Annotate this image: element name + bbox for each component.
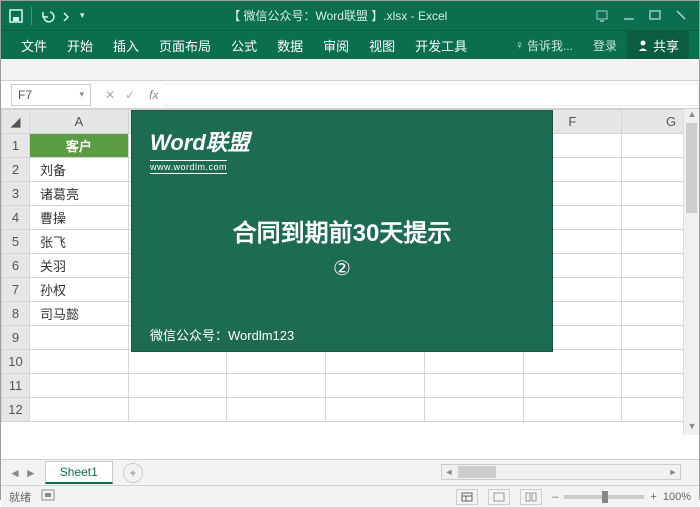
tell-me[interactable]: ♀告诉我... — [505, 31, 583, 59]
save-icon[interactable] — [9, 9, 23, 23]
cell[interactable]: 关羽 — [30, 254, 129, 278]
row-header[interactable]: 5 — [2, 230, 30, 254]
undo-icon[interactable] — [40, 9, 56, 23]
cancel-icon[interactable]: ✕ — [105, 88, 115, 102]
view-break-icon[interactable] — [520, 489, 542, 505]
overlay-brand: Word联盟 — [150, 125, 534, 157]
redo-icon[interactable] — [62, 9, 74, 23]
row-header[interactable]: 12 — [2, 398, 30, 422]
login-button[interactable]: 登录 — [583, 31, 627, 59]
maximize-icon[interactable] — [649, 9, 661, 23]
scroll-right-icon[interactable]: ► — [666, 467, 680, 477]
ribbon-body-collapsed — [1, 59, 699, 81]
cell[interactable]: 曹操 — [30, 206, 129, 230]
status-ready: 就绪 — [9, 489, 31, 505]
tab-home[interactable]: 开始 — [57, 31, 103, 59]
title-bar: ▾ 【 微信公众号：Word联盟 】.xlsx - Excel — [1, 1, 699, 31]
col-header[interactable]: A — [30, 110, 129, 134]
view-normal-icon[interactable] — [456, 489, 478, 505]
tab-layout[interactable]: 页面布局 — [149, 31, 221, 59]
fx-icon[interactable]: fx — [149, 88, 158, 102]
cell[interactable]: 张飞 — [30, 230, 129, 254]
tab-view[interactable]: 视图 — [359, 31, 405, 59]
cell[interactable]: 司马懿 — [30, 302, 129, 326]
enter-icon[interactable]: ✓ — [125, 88, 135, 102]
row-header[interactable]: 11 — [2, 374, 30, 398]
name-box[interactable]: F7▾ — [11, 84, 91, 106]
row-header[interactable]: 8 — [2, 302, 30, 326]
cell[interactable]: 孙权 — [30, 278, 129, 302]
tab-insert[interactable]: 插入 — [103, 31, 149, 59]
tab-formula[interactable]: 公式 — [221, 31, 267, 59]
scroll-down-icon[interactable]: ▼ — [684, 421, 700, 435]
tab-review[interactable]: 审阅 — [313, 31, 359, 59]
row-header[interactable]: 1 — [2, 134, 30, 158]
overlay-title: 合同到期前30天提示 — [150, 213, 534, 248]
tab-file[interactable]: 文件 — [11, 31, 57, 59]
sheet-tab[interactable]: Sheet1 — [45, 461, 113, 484]
zoom-level[interactable]: 100% — [663, 491, 691, 503]
spreadsheet-grid[interactable]: ◢ A B C D E F G 1客户 2刘备2 3诸葛亮2 4曹操2 5张飞2… — [1, 109, 699, 459]
close-icon[interactable] — [675, 9, 687, 23]
zoom-controls: – + 100% — [552, 491, 691, 503]
cell[interactable]: 诸葛亮 — [30, 182, 129, 206]
scroll-up-icon[interactable]: ▲ — [684, 109, 700, 123]
tab-data[interactable]: 数据 — [267, 31, 313, 59]
row-header[interactable]: 10 — [2, 350, 30, 374]
view-layout-icon[interactable] — [488, 489, 510, 505]
minimize-icon[interactable] — [623, 9, 635, 23]
zoom-slider[interactable] — [564, 495, 644, 499]
formula-input[interactable] — [164, 84, 699, 106]
horizontal-scrollbar[interactable]: ◄ ► — [441, 464, 681, 480]
select-all[interactable]: ◢ — [2, 110, 30, 134]
ribbon-options-icon[interactable] — [595, 9, 609, 23]
share-button[interactable]: 共享 — [627, 31, 689, 59]
row-header[interactable]: 7 — [2, 278, 30, 302]
user-icon — [637, 39, 649, 51]
row-header[interactable]: 3 — [2, 182, 30, 206]
sheet-next-icon[interactable]: ► — [25, 466, 37, 480]
qat-dropdown-icon[interactable]: ▾ — [80, 10, 85, 21]
overlay-footer: 微信公众号：Wordlm123 — [150, 325, 534, 344]
cell[interactable]: 刘备 — [30, 158, 129, 182]
status-bar: 就绪 – + 100% — [1, 485, 699, 507]
vertical-scrollbar[interactable]: ▲ ▼ — [683, 109, 699, 435]
window-controls — [583, 9, 699, 23]
overlay-brand-url: www.wordlm.com — [150, 160, 227, 174]
zoom-out-button[interactable]: – — [552, 491, 558, 503]
window-title: 【 微信公众号：Word联盟 】.xlsx - Excel — [93, 7, 583, 24]
macro-icon[interactable] — [41, 489, 55, 504]
sheet-prev-icon[interactable]: ◄ — [9, 466, 21, 480]
sheet-tab-bar: ◄ ► Sheet1 + ◄ ► — [1, 459, 699, 485]
zoom-in-button[interactable]: + — [650, 491, 656, 503]
row-header[interactable]: 4 — [2, 206, 30, 230]
row-header[interactable]: 9 — [2, 326, 30, 350]
scroll-thumb[interactable] — [686, 123, 697, 213]
tab-dev[interactable]: 开发工具 — [405, 31, 477, 59]
overlay-number: ② — [150, 256, 534, 281]
ribbon-tabs: 文件 开始 插入 页面布局 公式 数据 审阅 视图 开发工具 ♀告诉我... 登… — [1, 31, 699, 59]
cell[interactable]: 客户 — [30, 134, 129, 158]
quick-access-toolbar: ▾ — [1, 7, 93, 25]
row-header[interactable]: 6 — [2, 254, 30, 278]
scroll-left-icon[interactable]: ◄ — [442, 467, 456, 477]
formula-bar: F7▾ ✕ ✓ fx — [1, 81, 699, 109]
add-sheet-button[interactable]: + — [123, 463, 143, 483]
overlay-banner: Word联盟 www.wordlm.com 合同到期前30天提示 ② 微信公众号… — [132, 111, 552, 351]
row-header[interactable]: 2 — [2, 158, 30, 182]
scroll-thumb[interactable] — [458, 466, 496, 478]
